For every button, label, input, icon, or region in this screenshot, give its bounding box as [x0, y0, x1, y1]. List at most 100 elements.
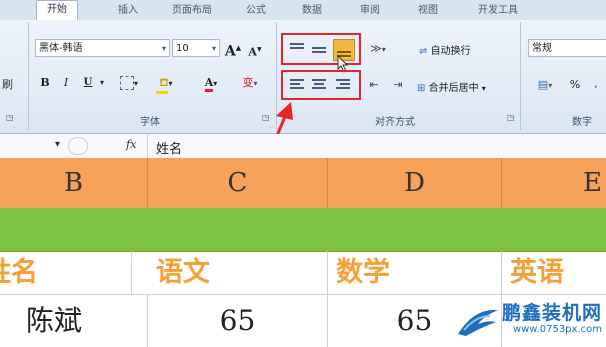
align-left-icon	[290, 79, 304, 81]
align-center-icon-line	[314, 83, 324, 85]
tab-developer[interactable]: 开发工具	[478, 1, 518, 16]
fill-color-swatch	[156, 91, 169, 94]
phonetic-button[interactable]: 变▾	[233, 73, 267, 93]
wrap-text-label: 自动换行	[430, 46, 471, 57]
formula-separator	[147, 134, 148, 158]
align-middle-button[interactable]	[309, 41, 329, 57]
clipboard-launcher-icon[interactable]: ◳	[6, 113, 14, 122]
italic-button[interactable]: I	[58, 73, 74, 93]
grow-font-label: A	[224, 43, 236, 60]
align-top-icon-line	[290, 47, 304, 49]
align-bottom-icon	[337, 51, 351, 53]
align-center-button[interactable]	[309, 77, 329, 93]
align-middle-icon-line	[312, 51, 326, 53]
number-group-label: 数字	[572, 117, 592, 128]
fill-color-button[interactable]: ⛾▾	[151, 73, 181, 94]
border-button[interactable]: ▾	[116, 73, 142, 93]
align-top-icon	[290, 43, 304, 45]
font-name-value: 黑体-韩语	[39, 43, 83, 54]
font-size-combo[interactable]: 10 ▾	[172, 39, 220, 57]
alignment-group-label: 对齐方式	[375, 117, 415, 128]
shrink-font-button[interactable]: A▼	[246, 40, 264, 60]
column-header-e[interactable]: E	[502, 158, 606, 208]
phonetic-label: 变	[242, 76, 254, 89]
font-name-combo[interactable]: 黑体-韩语 ▾	[35, 39, 170, 57]
align-center-icon-line	[312, 87, 326, 89]
cell-chinese-value[interactable]: 65	[148, 294, 328, 347]
align-right-button[interactable]	[333, 77, 353, 93]
name-box-dropdown[interactable]: ▾	[55, 139, 60, 150]
align-center-icon	[312, 79, 326, 81]
tab-page-layout[interactable]: 页面布局	[172, 1, 212, 16]
watermark: 鹏鑫装机网 www.0753px.com	[457, 302, 602, 336]
text-orientation-icon: ≫	[370, 42, 382, 55]
underline-button[interactable]: U	[80, 73, 96, 93]
merge-center-icon: ⊞	[417, 83, 426, 94]
align-middle-icon	[312, 47, 326, 49]
formula-input[interactable]: 姓名	[156, 138, 182, 157]
align-left-icon-line	[290, 87, 304, 89]
accounting-format-button[interactable]: ▤▾	[530, 75, 560, 95]
chevron-down-icon: ▾	[481, 84, 486, 93]
bold-button[interactable]: B	[37, 73, 53, 93]
tab-review[interactable]: 审阅	[360, 1, 380, 16]
comma-icon: ,	[594, 79, 598, 90]
watermark-logo-icon	[457, 309, 498, 336]
arrow-head	[276, 102, 293, 120]
insert-function-button[interactable]: fx	[126, 138, 136, 151]
tab-home[interactable]: 开始	[36, 0, 78, 20]
shrink-font-label: A	[248, 45, 257, 59]
font-color-label: A	[204, 76, 214, 92]
currency-icon: ▤	[537, 78, 549, 91]
group-separator	[28, 22, 29, 130]
group-separator	[520, 22, 521, 130]
number-format-combo[interactable]: 常规	[528, 39, 606, 57]
align-left-button[interactable]	[287, 77, 307, 93]
chevron-down-icon: ▾	[161, 44, 166, 53]
font-color-button[interactable]: A▾	[197, 73, 225, 93]
number-format-value: 常规	[532, 43, 552, 54]
format-painter-label[interactable]: 刷	[2, 76, 13, 92]
underline-dropdown-icon[interactable]: ▾	[97, 73, 107, 93]
name-box-scroll-handle[interactable]	[68, 137, 88, 155]
tab-formulas[interactable]: 公式	[246, 1, 266, 16]
orientation-button[interactable]: ≫▾	[363, 39, 393, 59]
fx-label: fx	[126, 138, 137, 151]
comma-style-button[interactable]: ,	[588, 75, 604, 95]
chevron-down-icon: ▾	[133, 79, 138, 88]
tab-view[interactable]: 视图	[418, 1, 438, 16]
chevron-down-icon: ▾	[213, 79, 218, 88]
alignment-launcher-icon[interactable]: ◳	[507, 113, 515, 122]
chevron-down-icon: ▾	[168, 79, 173, 88]
merge-center-button[interactable]: ⊞ 合并后居中 ▾	[417, 79, 486, 94]
percent-button[interactable]: %	[566, 75, 584, 95]
grow-font-button[interactable]: A▲	[224, 38, 242, 60]
increase-indent-button[interactable]: ⇥	[388, 75, 408, 95]
increase-indent-icon: ⇥	[393, 78, 403, 91]
align-left-icon-line	[290, 83, 300, 85]
column-header-b[interactable]: B	[0, 158, 148, 208]
watermark-brand: 鹏鑫装机网	[501, 302, 602, 324]
cell-math-header[interactable]: 数学	[328, 251, 502, 294]
column-header-c[interactable]: C	[148, 158, 328, 208]
tab-insert[interactable]: 插入	[118, 1, 138, 16]
border-icon	[119, 76, 134, 90]
cell-name-header[interactable]: 姓名	[0, 251, 132, 294]
wrap-text-icon: ⇌	[419, 46, 428, 57]
align-right-icon-line	[340, 83, 350, 85]
cell-english-header[interactable]: 英语	[502, 251, 606, 294]
cell-chinese-header[interactable]: 语文	[148, 251, 328, 294]
align-top-button[interactable]	[287, 41, 307, 57]
column-header-d[interactable]: D	[328, 158, 502, 208]
cell-name-value[interactable]: 陈斌	[0, 294, 148, 347]
title-row[interactable]	[0, 208, 606, 252]
font-group-label: 字体	[140, 117, 160, 128]
chevron-down-icon: ▾	[211, 44, 216, 53]
chevron-down-icon: ▾	[548, 81, 553, 90]
tab-data[interactable]: 数据	[302, 1, 322, 16]
chevron-down-icon: ▾	[381, 45, 386, 54]
font-size-value: 10	[176, 43, 189, 54]
wrap-text-button[interactable]: ⇌ 自动换行	[419, 42, 471, 57]
decrease-indent-button[interactable]: ⇤	[364, 75, 384, 95]
align-right-icon-line	[336, 87, 350, 89]
